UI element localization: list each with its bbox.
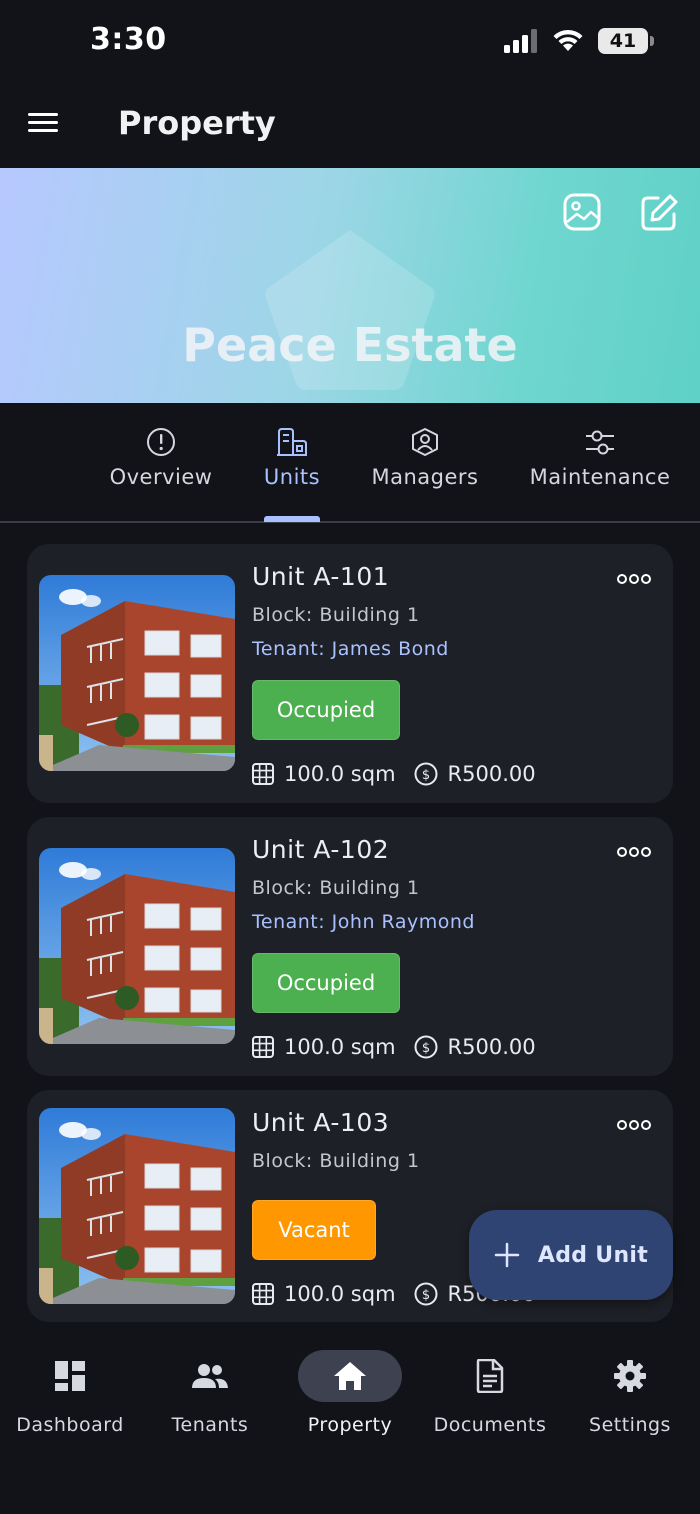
nav-icon-container [298, 1350, 402, 1402]
user-badge-icon [412, 428, 438, 456]
hamburger-menu-icon[interactable] [28, 108, 64, 144]
dollar-circle-icon: $ [414, 762, 438, 786]
grid-icon [252, 763, 274, 785]
svg-text:$: $ [421, 1288, 429, 1303]
unit-area: 100.0 sqm [252, 762, 396, 786]
people-icon [192, 1364, 228, 1388]
unit-tenant: Tenant: John Raymond [252, 911, 475, 933]
unit-rent-value: R500.00 [447, 762, 536, 786]
unit-meta: 100.0 sqm $ R500.00 [252, 762, 554, 786]
unit-area-value: 100.0 sqm [284, 1282, 396, 1306]
unit-name: Unit A-103 [252, 1108, 390, 1137]
bottom-navigation: Dashboard Tenants Property Documents Set… [0, 1330, 700, 1514]
page-title: Property [118, 104, 276, 142]
grid-icon [252, 1036, 274, 1058]
property-name: Peace Estate [182, 318, 518, 372]
plus-icon [494, 1242, 520, 1268]
nav-icon-container [438, 1350, 542, 1402]
unit-name: Unit A-101 [252, 562, 390, 591]
nav-documents[interactable]: Documents [420, 1350, 560, 1436]
change-image-icon[interactable] [562, 192, 602, 232]
app-bar: Property [0, 84, 700, 168]
unit-rent: $ R500.00 [414, 1035, 536, 1059]
unit-meta: 100.0 sqm $ R500.00 [252, 1035, 554, 1059]
svg-text:$: $ [421, 1041, 429, 1056]
nav-icon-container [578, 1350, 682, 1402]
unit-photo [39, 575, 235, 771]
tab-label: Maintenance [529, 465, 671, 489]
tab-label: Units [263, 465, 321, 489]
add-unit-button[interactable]: Add Unit [469, 1210, 673, 1300]
property-tabs: Overview Units Managers Maintenance [0, 403, 700, 523]
unit-card[interactable]: Unit A-101 Block: Building 1 Tenant: Jam… [27, 544, 673, 803]
nav-icon-container [18, 1350, 122, 1402]
unit-block: Block: Building 1 [252, 1150, 420, 1172]
unit-card[interactable]: Unit A-102 Block: Building 1 Tenant: Joh… [27, 817, 673, 1076]
nav-tenants[interactable]: Tenants [140, 1350, 280, 1436]
tab-overview[interactable]: Overview [110, 427, 212, 489]
tab-label: Managers [371, 465, 479, 489]
unit-photo [39, 848, 235, 1044]
edit-icon[interactable] [640, 192, 680, 232]
nav-dashboard[interactable]: Dashboard [0, 1350, 140, 1436]
dollar-circle-icon: $ [414, 1035, 438, 1059]
unit-area: 100.0 sqm [252, 1035, 396, 1059]
status-time: 3:30 [90, 22, 167, 57]
building-icon [277, 428, 307, 456]
cellular-signal-icon [504, 29, 537, 53]
nav-property[interactable]: Property [280, 1350, 420, 1436]
svg-text:$: $ [421, 768, 429, 783]
active-tab-indicator [264, 516, 320, 522]
nav-icon-container [158, 1350, 262, 1402]
unit-area-value: 100.0 sqm [284, 1035, 396, 1059]
nav-label: Dashboard [16, 1414, 124, 1436]
status-badge: Occupied [252, 953, 400, 1013]
nav-label: Property [307, 1414, 393, 1436]
nav-label: Settings [589, 1414, 671, 1436]
dashboard-icon [55, 1361, 85, 1391]
battery-indicator: 41 [598, 28, 654, 54]
status-badge: Vacant [252, 1200, 376, 1260]
status-icons: 41 [504, 28, 654, 54]
info-circle-icon [147, 428, 175, 456]
tab-label: Overview [109, 465, 213, 489]
unit-rent: $ R500.00 [414, 762, 536, 786]
unit-block: Block: Building 1 [252, 877, 420, 899]
home-icon [334, 1362, 366, 1390]
tab-units[interactable]: Units [252, 427, 332, 489]
sliders-icon [586, 430, 614, 455]
unit-tenant: Tenant: James Bond [252, 638, 449, 660]
gear-icon [614, 1360, 646, 1392]
unit-photo [39, 1108, 235, 1304]
status-bar: 3:30 41 [0, 0, 700, 84]
tab-managers[interactable]: Managers [370, 427, 480, 489]
wifi-icon [553, 29, 583, 51]
more-options-icon[interactable] [617, 574, 651, 588]
unit-block: Block: Building 1 [252, 604, 420, 626]
add-unit-label: Add Unit [537, 1242, 649, 1268]
dollar-circle-icon: $ [414, 1282, 438, 1306]
status-badge: Occupied [252, 680, 400, 740]
more-options-icon[interactable] [617, 847, 651, 861]
unit-area-value: 100.0 sqm [284, 762, 396, 786]
nav-settings[interactable]: Settings [560, 1350, 700, 1436]
nav-label: Documents [433, 1414, 547, 1436]
tab-maintenance[interactable]: Maintenance [528, 427, 672, 489]
property-banner: Peace Estate [0, 168, 700, 403]
unit-rent-value: R500.00 [447, 1035, 536, 1059]
document-icon [476, 1359, 504, 1393]
nav-label: Tenants [171, 1414, 249, 1436]
grid-icon [252, 1283, 274, 1305]
more-options-icon[interactable] [617, 1120, 651, 1134]
unit-name: Unit A-102 [252, 835, 390, 864]
unit-area: 100.0 sqm [252, 1282, 396, 1306]
